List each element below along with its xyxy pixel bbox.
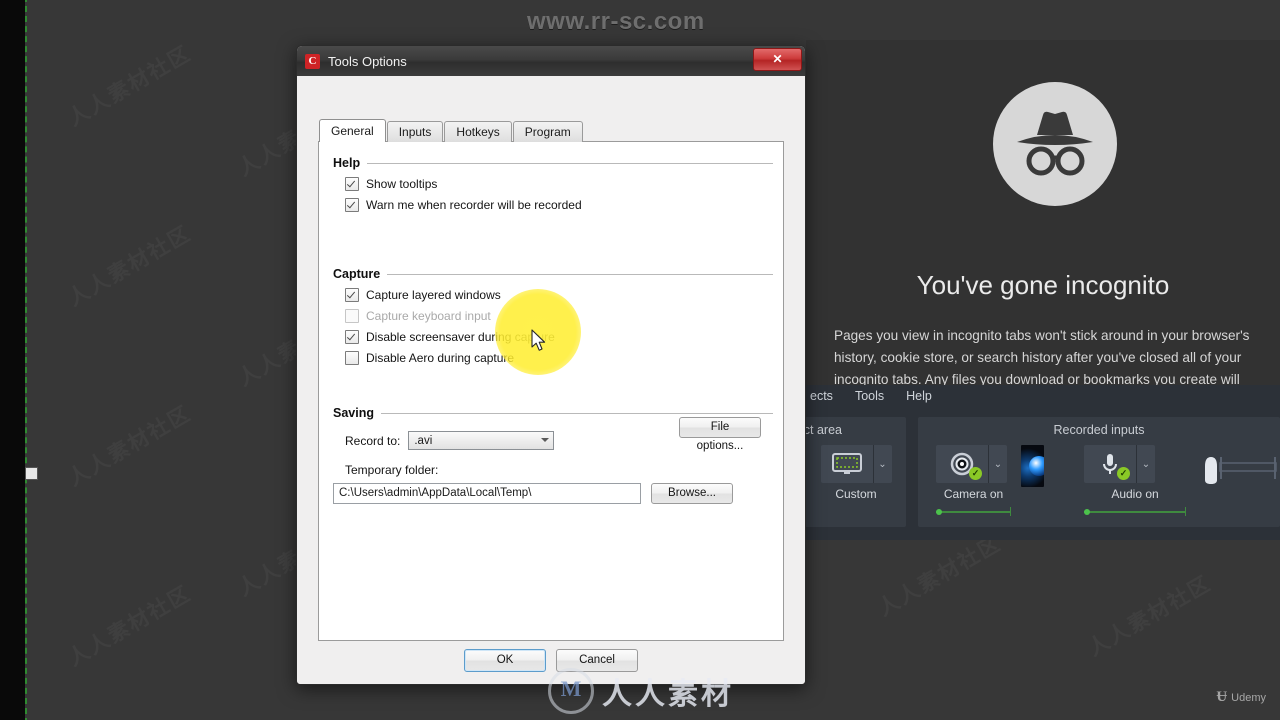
- checkbox-label-show-tooltips: Show tooltips: [366, 177, 438, 191]
- browse-button[interactable]: Browse...: [651, 483, 733, 504]
- record-to-value: .avi: [414, 434, 433, 447]
- diagonal-watermark: 人人素材社区: [62, 398, 197, 493]
- camera-level-dot[interactable]: [936, 509, 942, 515]
- rr-sc-logo: M: [548, 668, 594, 714]
- incognito-page: You've gone incognito Pages you view in …: [806, 40, 1280, 385]
- checkbox-disable-aero[interactable]: [345, 351, 359, 365]
- checkbox-row-show-tooltips[interactable]: Show tooltips: [345, 177, 773, 191]
- checkbox-label-warn-recorder: Warn me when recorder will be recorded: [366, 198, 582, 212]
- dialog-body: General Inputs Hotkeys Program Help Show…: [297, 76, 805, 684]
- audio-level-end: [1185, 507, 1186, 516]
- camera-level-track: [936, 507, 1011, 516]
- help-group-title: Help: [333, 156, 773, 170]
- bottom-center-watermark: M 人人素材: [548, 668, 734, 714]
- audio-level-track: [1084, 507, 1186, 516]
- tab-inputs[interactable]: Inputs: [386, 121, 444, 142]
- monitor-selection-icon: [831, 453, 862, 474]
- temporary-folder-row: C:\Users\admin\AppData\Local\Temp\ Brows…: [333, 483, 773, 504]
- capture-area-resize-handle-left[interactable]: [25, 467, 38, 480]
- camtasia-app-icon: C: [305, 53, 320, 69]
- help-group: Help Show tooltips Warn me when recorder…: [333, 156, 773, 212]
- audio-toggle-button[interactable]: ✓: [1084, 445, 1136, 483]
- diagonal-watermark: 人人素材社区: [872, 528, 1007, 623]
- menu-item-effects[interactable]: ects: [810, 389, 833, 403]
- recorder-menubar: ects Tools Help: [806, 385, 932, 407]
- incognito-hat-glasses-icon: [993, 82, 1117, 206]
- checkbox-row-capture-layered-windows[interactable]: Capture layered windows: [345, 288, 773, 302]
- diagonal-watermark: 人人素材社区: [62, 218, 197, 313]
- udemy-watermark: Ʉ Udemy: [1216, 689, 1266, 706]
- tab-hotkeys[interactable]: Hotkeys: [444, 121, 512, 142]
- diagonal-watermark: 人人素材社区: [1082, 568, 1217, 663]
- screen-left-letterbox: [0, 0, 25, 720]
- desktop-background: 人人素材社区 人人素材社区 人人素材社区 人人素材社区 人人素材社区 人人素材社…: [0, 0, 1280, 720]
- dialog-tabstrip: General Inputs Hotkeys Program: [319, 119, 584, 142]
- dialog-titlebar[interactable]: C Tools Options ✕: [297, 46, 805, 76]
- checkbox-row-disable-screensaver[interactable]: Disable screensaver during capture: [345, 330, 773, 344]
- record-to-select[interactable]: .avi: [408, 431, 555, 450]
- checkbox-capture-keyboard-input: [345, 309, 359, 323]
- checkbox-row-disable-aero[interactable]: Disable Aero during capture: [345, 351, 773, 365]
- checkbox-show-tooltips[interactable]: [345, 177, 359, 191]
- camera-preview-thumbnail[interactable]: BlueCam: [1021, 445, 1044, 487]
- incognito-description: Pages you view in incognito tabs won't s…: [834, 328, 1250, 385]
- checkbox-capture-layered-windows[interactable]: [345, 288, 359, 302]
- help-group-label: Help: [333, 156, 361, 170]
- diagonal-watermark: 人人素材社区: [62, 578, 197, 673]
- help-group-rule: [367, 162, 773, 164]
- checkbox-disable-screensaver[interactable]: [345, 330, 359, 344]
- site-watermark: www.rr-sc.com: [527, 8, 705, 35]
- recorder-toolbar: ects Tools Help ect area ⌄ Custom Record…: [706, 385, 1280, 540]
- general-tab-panel: Help Show tooltips Warn me when recorder…: [318, 141, 784, 641]
- checkbox-label-capture-layered-windows: Capture layered windows: [366, 288, 501, 302]
- rr-sc-watermark-text: 人人素材: [602, 678, 734, 711]
- temporary-folder-label: Temporary folder:: [345, 463, 439, 477]
- checkbox-row-warn-recorder[interactable]: Warn me when recorder will be recorded: [345, 198, 773, 212]
- menu-item-help[interactable]: Help: [906, 389, 932, 403]
- diagonal-watermark: 人人素材社区: [62, 38, 197, 133]
- file-options-button[interactable]: File options...: [679, 417, 761, 452]
- udemy-logo-icon: Ʉ: [1216, 689, 1228, 705]
- checkbox-warn-recorder[interactable]: [345, 198, 359, 212]
- select-area-button[interactable]: [820, 445, 873, 483]
- checkbox-label-capture-keyboard-input: Capture keyboard input: [366, 309, 491, 323]
- capture-group-label: Capture: [333, 267, 381, 281]
- menu-item-tools[interactable]: Tools: [855, 389, 884, 403]
- recorded-inputs-title: Recorded inputs: [1053, 423, 1145, 437]
- capture-group-rule: [387, 273, 773, 275]
- checkbox-row-capture-keyboard-input: Capture keyboard input: [345, 309, 773, 323]
- audio-label: Audio on: [1111, 487, 1159, 501]
- checkbox-label-disable-aero: Disable Aero during capture: [366, 351, 515, 365]
- audio-dropdown-caret[interactable]: ⌄: [1136, 445, 1155, 483]
- select-area-label: Custom: [835, 487, 877, 501]
- recorded-inputs-panel: Recorded inputs ✓ ⌄ Camera on ✓ ⌄ Audio …: [918, 417, 1280, 527]
- audio-on-badge: ✓: [1117, 467, 1130, 480]
- checkbox-label-disable-screensaver: Disable screensaver during capture: [366, 330, 555, 344]
- camera-on-badge: ✓: [969, 467, 982, 480]
- temporary-folder-input[interactable]: C:\Users\admin\AppData\Local\Temp\: [333, 483, 641, 504]
- camera-toggle-button[interactable]: ✓: [936, 445, 988, 483]
- record-to-label: Record to:: [345, 433, 401, 448]
- ok-button[interactable]: OK: [464, 649, 546, 672]
- audio-level-dot[interactable]: [1084, 509, 1090, 515]
- udemy-watermark-text: Udemy: [1231, 691, 1266, 704]
- saving-group: Saving Record to: .avi File options... T…: [333, 406, 773, 504]
- camera-label: Camera on: [943, 487, 1004, 501]
- audio-level-meter: [1202, 451, 1280, 496]
- tab-program[interactable]: Program: [512, 121, 583, 142]
- dialog-title: Tools Options: [328, 53, 407, 69]
- close-icon[interactable]: ✕: [753, 48, 802, 71]
- camera-preview-swirl: [1029, 456, 1044, 476]
- tab-general[interactable]: General: [319, 119, 386, 142]
- chevron-down-icon[interactable]: [541, 438, 550, 442]
- saving-group-label: Saving: [333, 406, 374, 420]
- incognito-title: You've gone incognito: [916, 270, 1170, 300]
- camera-dropdown-caret[interactable]: ⌄: [988, 445, 1007, 483]
- select-area-dropdown-caret[interactable]: ⌄: [872, 445, 892, 483]
- saving-group-rule: [381, 412, 773, 414]
- camera-level-end: [1010, 507, 1011, 516]
- tools-options-dialog: C Tools Options ✕ General Inputs Hotkeys…: [296, 45, 806, 685]
- capture-group-title: Capture: [333, 267, 773, 281]
- capture-group: Capture Capture layered windows Capture …: [333, 267, 773, 365]
